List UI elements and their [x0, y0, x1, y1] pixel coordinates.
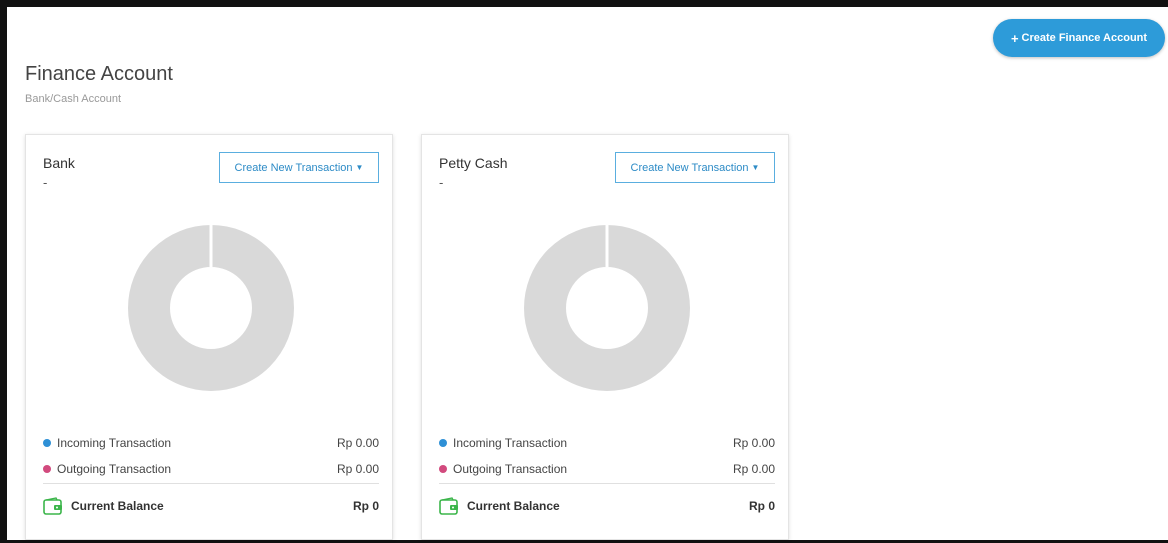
incoming-transaction-label: Incoming Transaction [453, 436, 568, 450]
account-name: Bank [43, 155, 75, 171]
outgoing-transaction-label: Outgoing Transaction [453, 462, 568, 476]
create-new-transaction-label: Create New Transaction [234, 161, 353, 174]
account-description: - [439, 175, 444, 190]
outgoing-transaction-row: Outgoing Transaction Rp 0.00 [43, 460, 379, 478]
outgoing-transaction-row: Outgoing Transaction Rp 0.00 [439, 460, 775, 478]
create-finance-account-button[interactable]: + Create Finance Account [993, 19, 1165, 57]
incoming-transaction-label: Incoming Transaction [57, 436, 172, 450]
outgoing-transaction-value: Rp 0.00 [732, 462, 775, 476]
current-balance-value: Rp 0 [352, 499, 379, 513]
current-balance-row: Current Balance Rp 0 [43, 494, 379, 518]
transaction-donut-chart [128, 225, 294, 391]
incoming-transaction-row: Incoming Transaction Rp 0.00 [43, 434, 379, 452]
transaction-donut-chart [524, 225, 690, 391]
wallet-icon [43, 497, 62, 515]
app-frame: + Create Finance Account Finance Account… [0, 0, 1168, 543]
account-description: - [43, 175, 48, 190]
create-new-transaction-button[interactable]: Create New Transaction ▼ [219, 152, 379, 183]
caret-down-icon: ▼ [355, 163, 364, 172]
divider [439, 483, 775, 484]
account-card-petty-cash: Petty Cash - Create New Transaction ▼ In… [421, 134, 789, 540]
create-new-transaction-label: Create New Transaction [630, 161, 749, 174]
incoming-transaction-value: Rp 0.00 [732, 436, 775, 450]
outgoing-transaction-label: Outgoing Transaction [57, 462, 172, 476]
incoming-legend-dot [439, 439, 447, 447]
incoming-legend-dot [43, 439, 51, 447]
current-balance-label: Current Balance [71, 499, 164, 513]
create-finance-account-label: Create Finance Account [1021, 32, 1148, 44]
outgoing-legend-dot [43, 465, 51, 473]
divider [43, 483, 379, 484]
page-title: Finance Account [25, 63, 173, 85]
account-name: Petty Cash [439, 155, 508, 171]
current-balance-label: Current Balance [467, 499, 560, 513]
plus-icon: + [1010, 30, 1019, 46]
outgoing-transaction-value: Rp 0.00 [336, 462, 379, 476]
current-balance-value: Rp 0 [748, 499, 775, 513]
account-card-bank: Bank - Create New Transaction ▼ Incoming… [25, 134, 393, 540]
create-new-transaction-button[interactable]: Create New Transaction ▼ [615, 152, 775, 183]
caret-down-icon: ▼ [751, 163, 760, 172]
page-subtitle: Bank/Cash Account [25, 93, 122, 105]
incoming-transaction-row: Incoming Transaction Rp 0.00 [439, 434, 775, 452]
outgoing-legend-dot [439, 465, 447, 473]
incoming-transaction-value: Rp 0.00 [336, 436, 379, 450]
current-balance-row: Current Balance Rp 0 [439, 494, 775, 518]
wallet-icon [439, 497, 458, 515]
